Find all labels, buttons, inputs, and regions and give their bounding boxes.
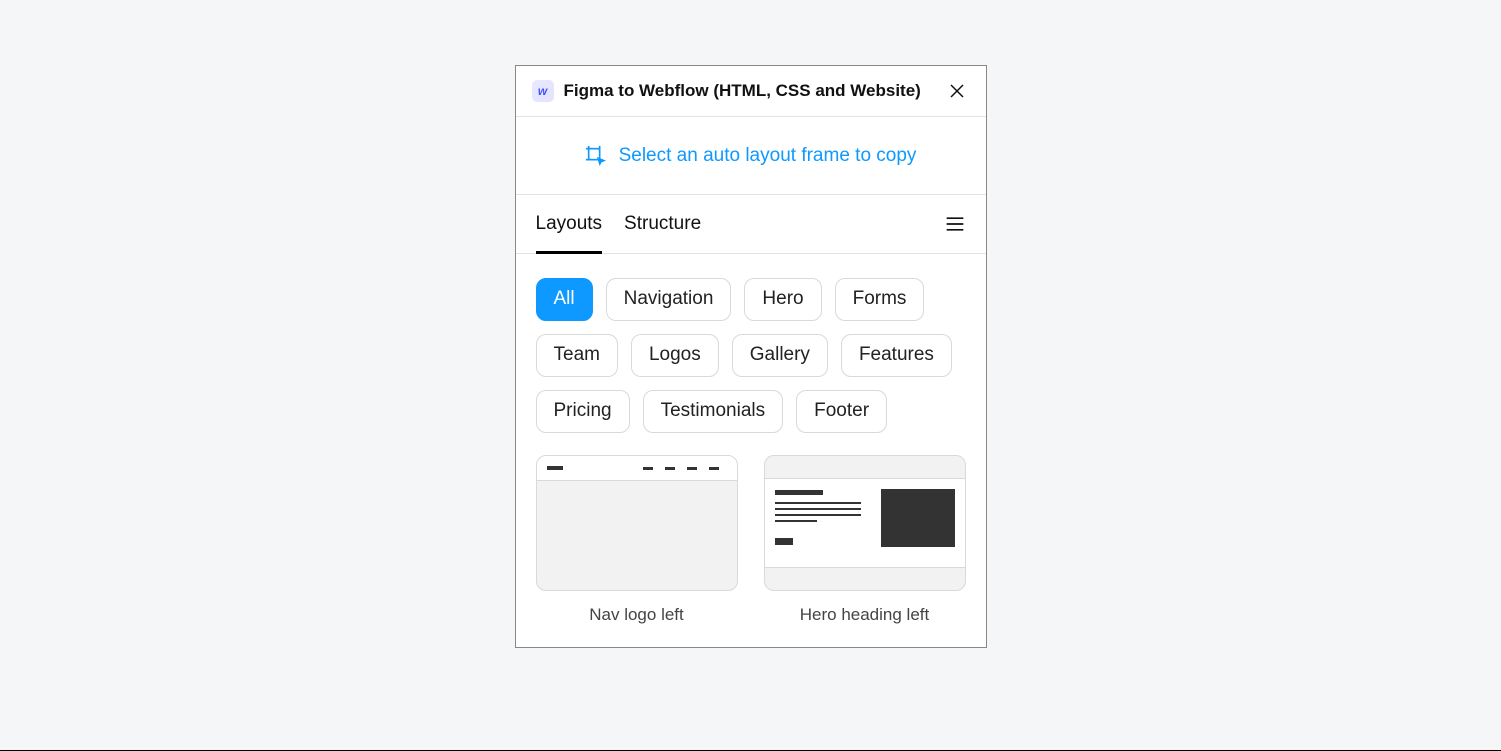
- filter-chip-footer[interactable]: Footer: [796, 390, 887, 433]
- logo-letter: w: [538, 84, 547, 98]
- filter-chip-testimonials[interactable]: Testimonials: [643, 390, 784, 433]
- tab-layouts[interactable]: Layouts: [536, 195, 603, 254]
- panel-header: w Figma to Webflow (HTML, CSS and Websit…: [516, 66, 986, 117]
- filter-chip-gallery[interactable]: Gallery: [732, 334, 828, 377]
- layout-card-label: Hero heading left: [764, 605, 966, 625]
- frame-select-icon: [585, 145, 607, 167]
- tabs: Layouts Structure: [536, 195, 944, 253]
- tab-structure[interactable]: Structure: [624, 195, 701, 254]
- layout-cards: Nav logo left Hero heading left: [516, 451, 986, 647]
- filter-chip-features[interactable]: Features: [841, 334, 952, 377]
- filter-chip-all[interactable]: All: [536, 278, 593, 321]
- filter-chip-hero[interactable]: Hero: [744, 278, 821, 321]
- prompt-text: Select an auto layout frame to copy: [619, 145, 917, 167]
- hamburger-icon: [945, 215, 965, 233]
- layout-card-hero-heading-left[interactable]: Hero heading left: [764, 455, 966, 625]
- layout-card-nav-logo-left[interactable]: Nav logo left: [536, 455, 738, 625]
- filter-chip-team[interactable]: Team: [536, 334, 618, 377]
- plugin-panel: w Figma to Webflow (HTML, CSS and Websit…: [515, 65, 987, 648]
- filter-chip-navigation[interactable]: Navigation: [606, 278, 732, 321]
- webflow-logo-icon: w: [532, 80, 554, 102]
- close-button[interactable]: [946, 80, 968, 102]
- menu-button[interactable]: [944, 213, 966, 235]
- layout-thumbnail: [764, 455, 966, 591]
- filter-chip-forms[interactable]: Forms: [835, 278, 925, 321]
- close-icon: [948, 82, 966, 100]
- panel-title: Figma to Webflow (HTML, CSS and Website): [564, 81, 938, 101]
- tabs-row: Layouts Structure: [516, 195, 986, 254]
- filter-chip-pricing[interactable]: Pricing: [536, 390, 630, 433]
- prompt-row: Select an auto layout frame to copy: [516, 117, 986, 195]
- layout-thumbnail: [536, 455, 738, 591]
- layout-card-label: Nav logo left: [536, 605, 738, 625]
- filter-chip-logos[interactable]: Logos: [631, 334, 719, 377]
- filter-chips: All Navigation Hero Forms Team Logos Gal…: [516, 254, 986, 451]
